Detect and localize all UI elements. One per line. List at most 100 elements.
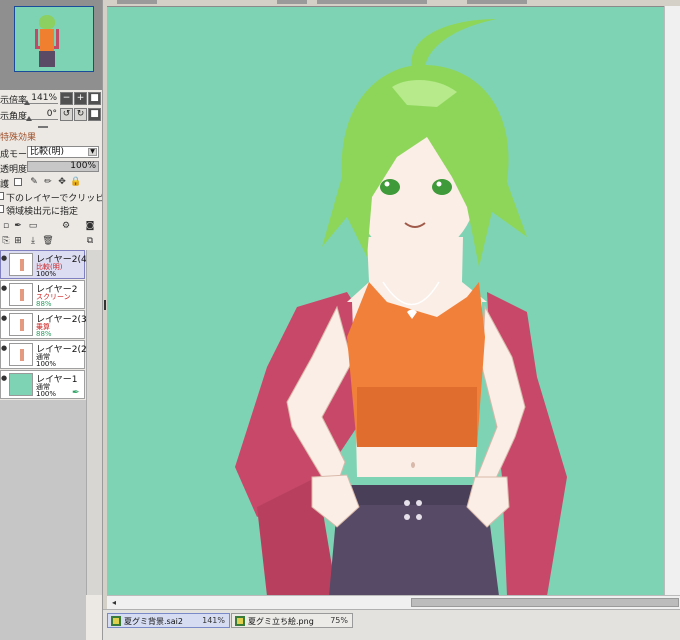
angle-slider[interactable] — [2, 116, 58, 122]
ahoge — [411, 19, 497, 67]
drawing-canvas[interactable] — [107, 6, 680, 595]
lock-icon[interactable]: 🔒 — [70, 176, 82, 188]
layer-thumbnail-figure — [20, 259, 24, 271]
left-eye — [380, 179, 400, 195]
eye-icon[interactable]: ● — [1, 254, 7, 262]
blend-mode-select[interactable]: 比較(明) ▼ — [27, 146, 99, 158]
layer-list-empty-area — [0, 400, 86, 640]
trash-icon[interactable]: 🗑 — [42, 235, 54, 247]
opacity-label: 透明度 — [0, 165, 28, 175]
file-tab[interactable]: 夏グミ背景.sai2 141% — [107, 613, 230, 628]
rotate-reset-button[interactable]: ■ — [88, 108, 101, 121]
layer-effect-icon[interactable]: ⚙ — [60, 220, 72, 232]
scroll-left-arrow-icon[interactable]: ◂ — [109, 598, 119, 608]
canvas-vertical-scrollbar[interactable] — [664, 6, 680, 595]
pants-button — [416, 514, 422, 520]
layer-item[interactable]: ● レイヤー2 スクリーン 88% — [0, 280, 85, 309]
layer-list-scrollbar[interactable] — [86, 250, 102, 595]
pants-button — [404, 514, 410, 520]
layer-thumbnail-figure — [20, 349, 24, 361]
panel-separator[interactable] — [38, 126, 48, 128]
move-icon[interactable]: ✥ — [56, 176, 68, 188]
zoom-slider-knob[interactable] — [24, 100, 30, 105]
illustration — [235, 19, 567, 595]
zoom-in-button[interactable]: + — [74, 92, 87, 105]
document-icon — [235, 616, 245, 626]
layer-item[interactable]: ● レイヤー2(2) 通常 100% — [0, 340, 90, 369]
layer-thumbnail — [9, 283, 33, 306]
document-icon — [111, 616, 121, 626]
new-folder-icon[interactable]: ▭ — [27, 220, 39, 232]
file-tab-bar: 夏グミ背景.sai2 141% 夏グミ立ち絵.png 75% — [103, 609, 680, 640]
zoom-out-button[interactable]: − — [60, 92, 73, 105]
layer-thumbnail-figure — [20, 319, 24, 331]
new-pen-layer-icon[interactable]: ✒ — [12, 220, 24, 232]
eye-icon[interactable]: ● — [1, 314, 7, 322]
left-panel: 示倍率 141% − + ■ 示角度 0° ↺ ↻ ■ 特殊効果 成モード 比較… — [0, 0, 103, 640]
right-eye-glint — [436, 181, 442, 187]
file-tab-name: 夏グミ背景.sai2 — [124, 617, 183, 626]
layer-thumbnail — [9, 313, 33, 336]
pen-lock-icon[interactable]: ✎ — [28, 176, 40, 188]
splitter-grip-icon[interactable] — [104, 300, 106, 310]
layer-opacity: 100% — [36, 360, 57, 368]
chevron-down-icon: ▼ — [88, 148, 97, 156]
zoom-fit-button[interactable]: ■ — [88, 92, 101, 105]
selection-source-checkbox[interactable] — [0, 205, 4, 213]
top-tab[interactable] — [117, 0, 157, 4]
opacity-slider[interactable]: 100% — [27, 161, 99, 172]
file-tab[interactable]: 夏グミ立ち絵.png 75% — [231, 613, 353, 628]
layer-item[interactable]: ● レイヤー2(4) 比較(明) 100% — [0, 250, 90, 279]
navel — [411, 462, 415, 468]
zoom-row: 示倍率 141% − + ■ — [0, 92, 102, 106]
navigator-view-rect[interactable] — [14, 6, 94, 72]
layer-item[interactable]: ● レイヤー2(3) 乗算 88% — [0, 310, 90, 339]
angle-slider-knob[interactable] — [26, 116, 32, 121]
angle-row: 示角度 0° ↺ ↻ ■ — [0, 108, 102, 122]
layer-settings-icon[interactable]: ⧉ — [84, 235, 96, 247]
protect-alpha-checkbox[interactable] — [14, 178, 22, 186]
zoom-value: 141% — [31, 93, 57, 103]
layer-opacity: 100% — [36, 270, 57, 278]
top-tab[interactable] — [277, 0, 307, 4]
paste-layer-icon[interactable]: ⊞ — [12, 235, 24, 247]
mask-icon[interactable]: ◙ — [84, 220, 96, 232]
layer-thumbnail — [9, 373, 33, 396]
eye-icon[interactable]: ● — [1, 284, 7, 292]
right-eye — [432, 179, 452, 195]
merge-down-icon[interactable]: ⤓ — [27, 235, 39, 247]
new-layer-icon[interactable]: ▫ — [0, 220, 12, 232]
layer-opacity: 88% — [36, 300, 52, 308]
rotate-ccw-button[interactable]: ↺ — [60, 108, 73, 121]
clipping-checkbox[interactable] — [0, 192, 4, 200]
pants-button — [404, 500, 410, 506]
pencil-icon[interactable]: ✏ — [42, 176, 54, 188]
file-tab-zoom: 75% — [330, 616, 348, 625]
layer-opacity: 100% — [36, 390, 57, 398]
eye-icon[interactable]: ● — [1, 374, 7, 382]
file-tab-zoom: 141% — [202, 616, 225, 625]
copy-layer-icon[interactable]: ⎘ — [0, 235, 12, 247]
navigator-panel[interactable] — [0, 0, 102, 90]
horizontal-scroll-thumb[interactable] — [411, 598, 679, 607]
eye-icon[interactable]: ● — [1, 344, 7, 352]
top-tab[interactable] — [317, 0, 427, 4]
rotate-cw-button[interactable]: ↻ — [74, 108, 87, 121]
zoom-slider[interactable] — [2, 100, 58, 106]
top-tab[interactable] — [467, 0, 527, 4]
file-tab-name: 夏グミ立ち絵.png — [248, 617, 314, 626]
blend-mode-value: 比較(明) — [30, 147, 65, 157]
layer-item[interactable]: ● レイヤー1 通常 100% ✒ — [0, 370, 85, 399]
protect-label: 護 — [0, 180, 10, 190]
effects-title[interactable]: 特殊効果 — [0, 130, 36, 143]
canvas-horizontal-scrollbar[interactable]: ◂ — [107, 595, 680, 609]
layer-thumbnail — [9, 343, 33, 366]
angle-value: 0° — [46, 109, 57, 119]
selection-source-label: 領域検出元に指定 — [6, 207, 79, 217]
layer-thumbnail — [9, 253, 33, 276]
orange-top-shade — [357, 387, 477, 447]
left-eye-glint — [384, 181, 390, 187]
clipping-label: 下のレイヤーでクリッピング — [6, 194, 103, 204]
pants-button — [416, 500, 422, 506]
layer-opacity: 88% — [36, 330, 52, 338]
